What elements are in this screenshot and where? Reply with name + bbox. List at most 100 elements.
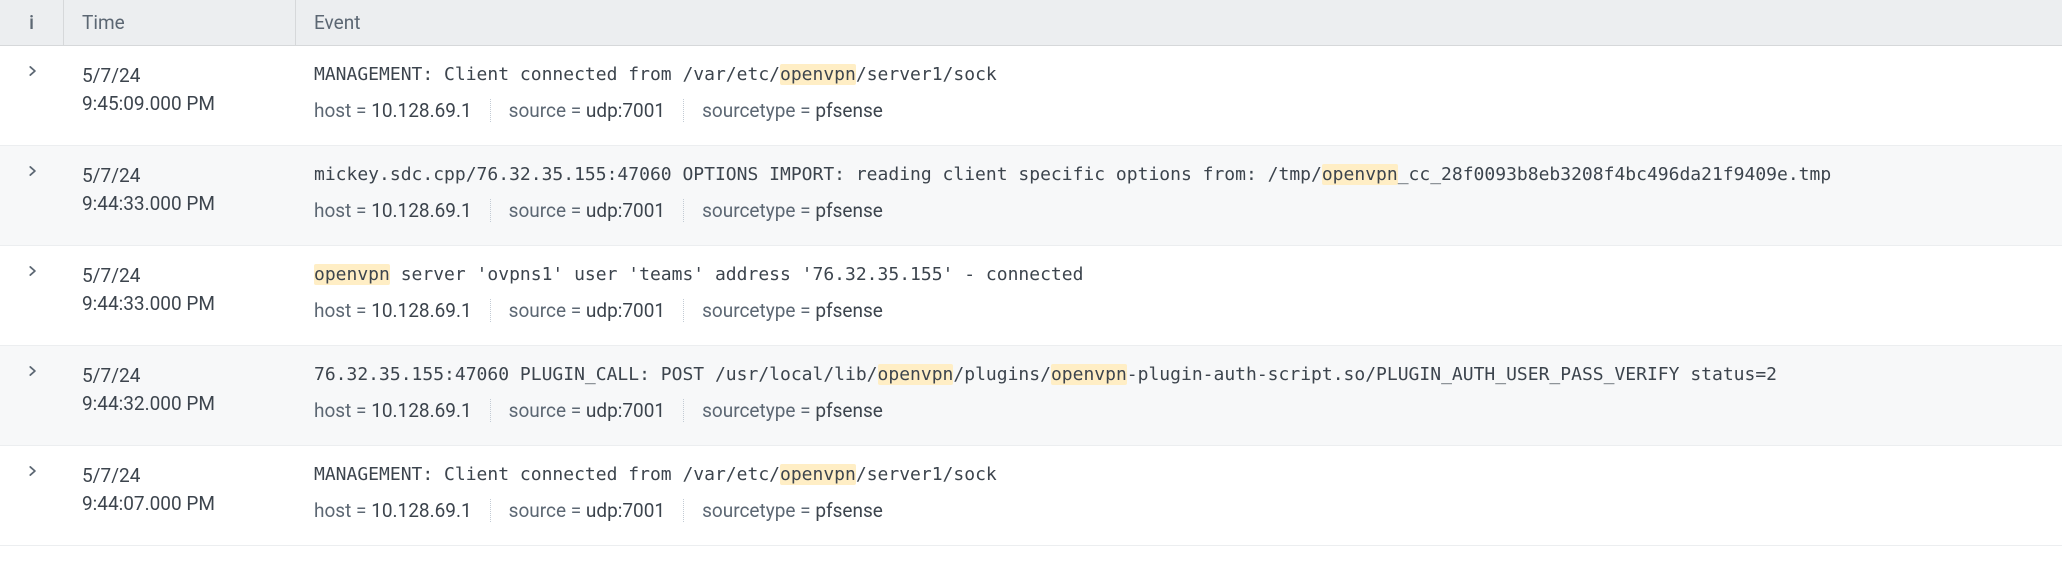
table-row: 5/7/249:45:09.000 PM MANAGEMENT: Client c… bbox=[0, 46, 2062, 146]
meta-value: 10.128.69.1 bbox=[371, 299, 471, 322]
table-row: 5/7/249:44:33.000 PM mickey.sdc.cpp/76.32… bbox=[0, 146, 2062, 246]
event-time: 9:44:33.000 PM bbox=[82, 290, 296, 318]
meta-source[interactable]: source = udp:7001 bbox=[509, 299, 684, 322]
meta-key: host bbox=[314, 499, 351, 522]
meta-key: source bbox=[509, 399, 566, 422]
event-raw[interactable]: MANAGEMENT: Client connected from /var/e… bbox=[314, 58, 2044, 89]
event-meta: host = 10.128.69.1source = udp:7001sourc… bbox=[314, 199, 2044, 222]
meta-value: 10.128.69.1 bbox=[371, 499, 471, 522]
table-row: 5/7/249:44:07.000 PM MANAGEMENT: Client c… bbox=[0, 446, 2062, 546]
highlight-match: openvpn bbox=[780, 464, 856, 485]
expand-cell bbox=[0, 58, 64, 133]
event-cell: openvpn server 'ovpns1' user 'teams' add… bbox=[296, 258, 2062, 333]
meta-key: source bbox=[509, 199, 566, 222]
meta-value: pfsense bbox=[815, 399, 883, 422]
meta-sourcetype[interactable]: sourcetype = pfsense bbox=[702, 199, 883, 222]
meta-value: pfsense bbox=[815, 299, 883, 322]
meta-key: host bbox=[314, 399, 351, 422]
expand-cell bbox=[0, 258, 64, 333]
meta-sourcetype[interactable]: sourcetype = pfsense bbox=[702, 99, 883, 122]
meta-value: pfsense bbox=[815, 99, 883, 122]
meta-sourcetype[interactable]: sourcetype = pfsense bbox=[702, 499, 883, 522]
event-date: 5/7/24 bbox=[82, 262, 296, 290]
meta-value: pfsense bbox=[815, 499, 883, 522]
chevron-right-icon[interactable] bbox=[25, 364, 39, 433]
chevron-right-icon[interactable] bbox=[25, 464, 39, 533]
meta-value: 10.128.69.1 bbox=[371, 199, 471, 222]
time-cell: 5/7/249:44:07.000 PM bbox=[64, 458, 296, 533]
expand-cell bbox=[0, 458, 64, 533]
table-body: 5/7/249:45:09.000 PMMANAGEMENT: Client c… bbox=[0, 46, 2062, 546]
event-time: 9:44:07.000 PM bbox=[82, 490, 296, 518]
event-cell: MANAGEMENT: Client connected from /var/e… bbox=[296, 458, 2062, 533]
event-date: 5/7/24 bbox=[82, 162, 296, 190]
highlight-match: openvpn bbox=[1322, 164, 1398, 185]
event-raw[interactable]: mickey.sdc.cpp/76.32.35.155:47060 OPTION… bbox=[314, 158, 2044, 189]
meta-sourcetype[interactable]: sourcetype = pfsense bbox=[702, 299, 883, 322]
meta-key: host bbox=[314, 299, 351, 322]
meta-key: source bbox=[509, 499, 566, 522]
meta-value: 10.128.69.1 bbox=[371, 99, 471, 122]
table-row: 5/7/249:44:32.000 PM 76.32.35.155:47060 P… bbox=[0, 346, 2062, 446]
expand-cell bbox=[0, 358, 64, 433]
event-raw[interactable]: MANAGEMENT: Client connected from /var/e… bbox=[314, 458, 2044, 489]
table-row: 5/7/249:44:33.000 PM openvpn server 'ovpn… bbox=[0, 246, 2062, 346]
chevron-right-icon[interactable] bbox=[25, 64, 39, 133]
event-meta: host = 10.128.69.1source = udp:7001sourc… bbox=[314, 399, 2044, 422]
events-table: i Time Event 5/7/249:45:09.000 PMMANAGEM… bbox=[0, 0, 2062, 546]
meta-key: sourcetype bbox=[702, 199, 795, 222]
meta-host[interactable]: host = 10.128.69.1 bbox=[314, 299, 491, 322]
meta-source[interactable]: source = udp:7001 bbox=[509, 199, 684, 222]
meta-host[interactable]: host = 10.128.69.1 bbox=[314, 499, 491, 522]
event-meta: host = 10.128.69.1source = udp:7001sourc… bbox=[314, 299, 2044, 322]
meta-key: source bbox=[509, 299, 566, 322]
event-cell: MANAGEMENT: Client connected from /var/e… bbox=[296, 58, 2062, 133]
column-header-event[interactable]: Event bbox=[296, 0, 2062, 45]
meta-key: sourcetype bbox=[702, 499, 795, 522]
meta-key: sourcetype bbox=[702, 299, 795, 322]
meta-source[interactable]: source = udp:7001 bbox=[509, 499, 684, 522]
event-raw[interactable]: 76.32.35.155:47060 PLUGIN_CALL: POST /us… bbox=[314, 358, 2044, 389]
event-date: 5/7/24 bbox=[82, 62, 296, 90]
meta-source[interactable]: source = udp:7001 bbox=[509, 99, 684, 122]
event-meta: host = 10.128.69.1source = udp:7001sourc… bbox=[314, 499, 2044, 522]
column-header-info[interactable]: i bbox=[0, 0, 64, 45]
meta-value: udp:7001 bbox=[586, 399, 665, 422]
time-cell: 5/7/249:44:33.000 PM bbox=[64, 158, 296, 233]
column-header-time[interactable]: Time bbox=[64, 0, 296, 45]
chevron-right-icon[interactable] bbox=[25, 164, 39, 233]
meta-value: udp:7001 bbox=[586, 299, 665, 322]
meta-value: udp:7001 bbox=[586, 499, 665, 522]
meta-host[interactable]: host = 10.128.69.1 bbox=[314, 99, 491, 122]
meta-key: source bbox=[509, 99, 566, 122]
meta-source[interactable]: source = udp:7001 bbox=[509, 399, 684, 422]
meta-key: host bbox=[314, 199, 351, 222]
meta-key: sourcetype bbox=[702, 399, 795, 422]
meta-host[interactable]: host = 10.128.69.1 bbox=[314, 399, 491, 422]
meta-host[interactable]: host = 10.128.69.1 bbox=[314, 199, 491, 222]
highlight-match: openvpn bbox=[780, 64, 856, 85]
expand-cell bbox=[0, 158, 64, 233]
highlight-match: openvpn bbox=[878, 364, 954, 385]
highlight-match: openvpn bbox=[1051, 364, 1127, 385]
event-time: 9:44:33.000 PM bbox=[82, 190, 296, 218]
event-time: 9:44:32.000 PM bbox=[82, 390, 296, 418]
event-cell: 76.32.35.155:47060 PLUGIN_CALL: POST /us… bbox=[296, 358, 2062, 433]
meta-value: udp:7001 bbox=[586, 199, 665, 222]
time-cell: 5/7/249:44:32.000 PM bbox=[64, 358, 296, 433]
event-date: 5/7/24 bbox=[82, 462, 296, 490]
event-cell: mickey.sdc.cpp/76.32.35.155:47060 OPTION… bbox=[296, 158, 2062, 233]
highlight-match: openvpn bbox=[314, 264, 390, 285]
event-meta: host = 10.128.69.1source = udp:7001sourc… bbox=[314, 99, 2044, 122]
event-date: 5/7/24 bbox=[82, 362, 296, 390]
event-time: 9:45:09.000 PM bbox=[82, 90, 296, 118]
table-header: i Time Event bbox=[0, 0, 2062, 46]
chevron-right-icon[interactable] bbox=[25, 264, 39, 333]
meta-value: 10.128.69.1 bbox=[371, 399, 471, 422]
time-cell: 5/7/249:45:09.000 PM bbox=[64, 58, 296, 133]
event-raw[interactable]: openvpn server 'ovpns1' user 'teams' add… bbox=[314, 258, 2044, 289]
meta-key: sourcetype bbox=[702, 99, 795, 122]
meta-key: host bbox=[314, 99, 351, 122]
meta-value: udp:7001 bbox=[586, 99, 665, 122]
meta-sourcetype[interactable]: sourcetype = pfsense bbox=[702, 399, 883, 422]
